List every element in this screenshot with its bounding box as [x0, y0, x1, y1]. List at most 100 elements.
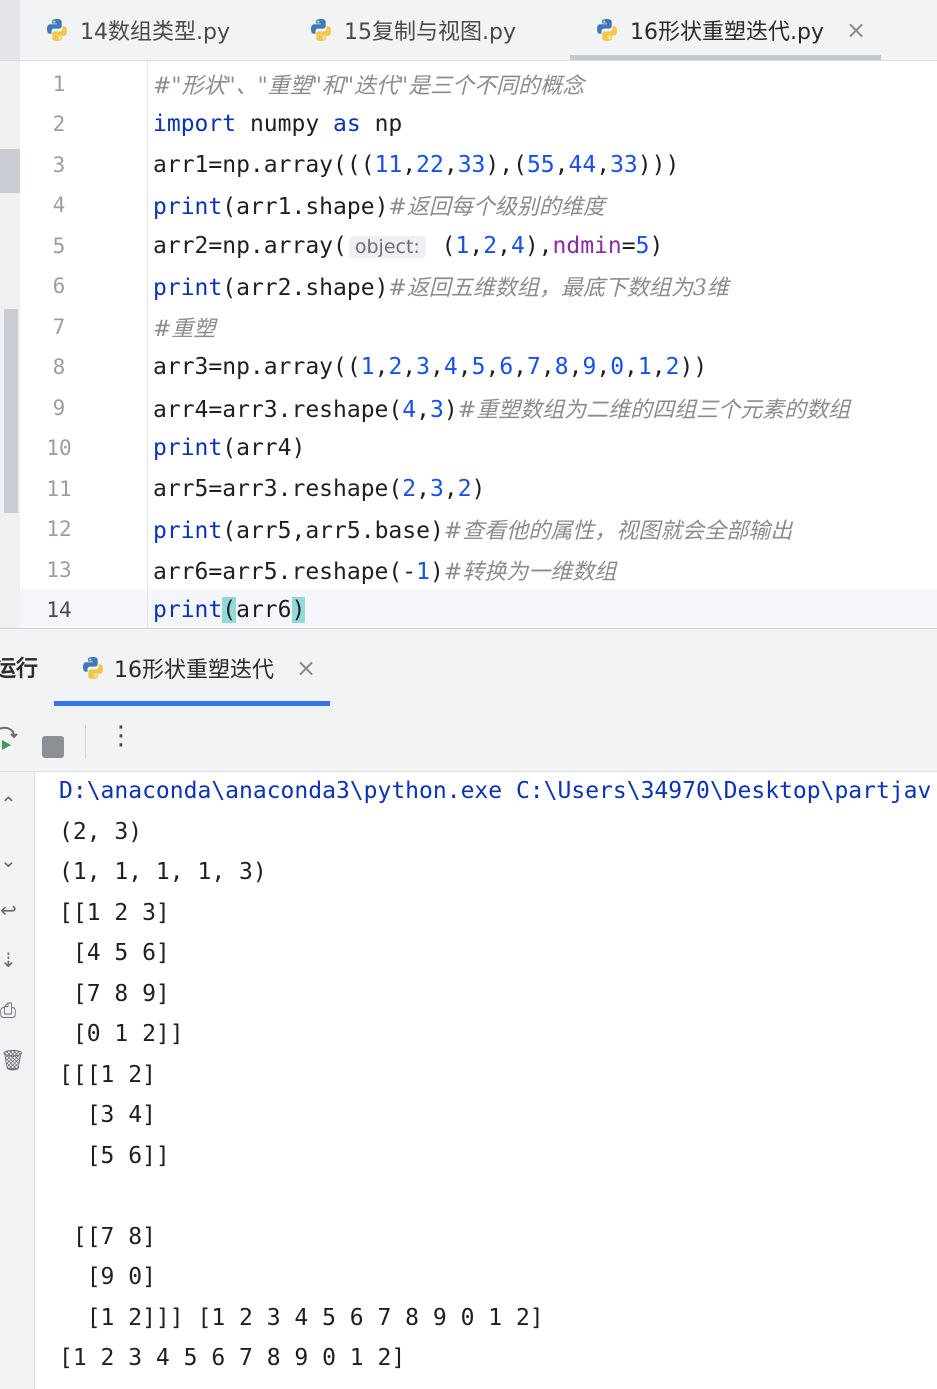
code-line[interactable]: 1 #"形状"、"重塑"和"迭代"是三个不同的概念 — [20, 64, 937, 104]
code-token: np — [360, 111, 403, 137]
clear-all-icon[interactable]: 🗑 — [0, 1048, 25, 1072]
code-token: , — [554, 152, 569, 178]
tab-label: 16形状重塑迭代.py — [630, 20, 824, 45]
console-line: [[[1 2] — [59, 1062, 156, 1088]
print-icon[interactable]: ⎙ — [0, 998, 16, 1022]
line-number: 5 — [52, 234, 66, 258]
code-line[interactable]: 10 print(arr4) — [20, 428, 937, 468]
code-token: , — [416, 397, 430, 423]
code-line[interactable]: 8 arr3=np.array((1,2,3,4,5,6,7,8,9,0,1,2… — [20, 347, 937, 387]
code-text: arr5=arr3.reshape(2,3,2) — [153, 476, 485, 502]
keyword: import — [153, 111, 237, 137]
console-output[interactable]: D:\anaconda\anaconda3\python.exe C:\User… — [35, 772, 937, 1389]
active-run-tab-indicator — [54, 701, 330, 706]
run-panel-title: 运行 — [0, 657, 39, 682]
code-token: arr3=np.array(( — [153, 354, 361, 380]
number-literal: 9 — [582, 354, 597, 380]
line-number: 12 — [46, 517, 72, 541]
builtin-function: print — [153, 275, 223, 301]
scroll-down-icon[interactable]: ⌄ — [0, 848, 17, 872]
number-literal: 1 — [416, 559, 430, 585]
scroll-up-icon[interactable]: ⌃ — [0, 792, 17, 816]
code-token: , — [416, 476, 430, 502]
code-token: arr4=arr3.reshape( — [153, 397, 403, 423]
code-line[interactable]: 4 print(arr1.shape)#返回每个级别的维度 — [20, 185, 937, 225]
number-literal: 4 — [443, 354, 458, 380]
number-literal: 5 — [635, 233, 650, 259]
code-line[interactable]: 11 arr5=arr3.reshape(2,3,2) — [20, 469, 937, 509]
code-token: = — [621, 233, 636, 259]
code-text: arr2=np.array(object: (1,2,4),ndmin=5) — [153, 233, 663, 259]
code-text: print(arr4) — [153, 435, 305, 461]
python-icon — [47, 19, 67, 41]
code-token: arr6=arr5.reshape(- — [153, 559, 417, 585]
number-literal: 4 — [510, 233, 525, 259]
code-token: (arr5,arr5.base) — [222, 518, 444, 544]
line-number: 6 — [52, 274, 66, 298]
number-literal: 5 — [471, 354, 486, 380]
code-token: , — [469, 233, 484, 259]
code-token: ) — [443, 397, 458, 423]
code-token: ),( — [485, 152, 527, 178]
code-line[interactable]: 6 print(arr2.shape)#返回五维数组，最底下数组为3维 — [20, 266, 937, 306]
rerun-icon[interactable] — [0, 725, 18, 751]
number-literal: 3 — [416, 354, 431, 380]
soft-wrap-icon[interactable]: ↩ — [0, 898, 17, 922]
code-token: ( — [427, 233, 456, 259]
code-token: (arr2.shape) — [222, 275, 389, 301]
number-literal: 2 — [483, 233, 498, 259]
code-line[interactable]: 12 print(arr5,arr5.base)#查看他的属性，视图就会全部输出 — [20, 509, 937, 549]
number-literal: 1 — [637, 354, 652, 380]
number-literal: 4 — [402, 397, 417, 423]
code-text: print(arr2.shape)#返回五维数组，最底下数组为3维 — [153, 270, 729, 302]
console-line: [5 6]] — [59, 1143, 170, 1169]
code-line[interactable]: 2 import numpy as np — [20, 104, 937, 144]
close-icon[interactable]: × — [296, 654, 316, 682]
run-tab-label: 16形状重塑迭代 — [114, 658, 274, 683]
code-line[interactable]: 9 arr4=arr3.reshape(4,3)#重塑数组为二维的四组三个元素的… — [20, 388, 937, 428]
keyword-argument: ndmin — [552, 233, 622, 259]
code-line[interactable]: 3 arr1=np.array(((11,22,33),(55,44,33))) — [20, 145, 937, 185]
code-editor[interactable]: 1 #"形状"、"重塑"和"迭代"是三个不同的概念 2 import numpy… — [0, 61, 937, 628]
code-token: ) — [429, 559, 444, 585]
number-literal: 55 — [526, 152, 555, 178]
run-config-tab[interactable]: 16形状重塑迭代 × — [80, 629, 316, 707]
number-literal: 8 — [554, 354, 569, 380]
number-literal: 2 — [402, 476, 417, 502]
line-number: 3 — [52, 153, 66, 177]
strip-marker — [4, 309, 18, 513]
code-token: (arr4) — [222, 435, 306, 461]
number-literal: 7 — [527, 354, 541, 380]
run-toolbar: ⋮ — [0, 707, 937, 772]
number-literal: 2 — [665, 354, 680, 380]
code-token: , — [443, 476, 458, 502]
code-token: arr6 — [236, 597, 292, 623]
code-text: import numpy as np — [153, 111, 402, 137]
line-number: 7 — [52, 315, 66, 339]
console-line: [[7 8] — [59, 1224, 156, 1250]
comment: #转换为一维数组 — [443, 560, 617, 585]
number-literal: 33 — [610, 152, 638, 178]
code-line-current[interactable]: 14 print(arr6) — [20, 590, 937, 630]
stop-icon[interactable] — [42, 736, 64, 758]
code-line[interactable]: 5 arr2=np.array(object: (1,2,4),ndmin=5) — [20, 226, 937, 266]
code-line[interactable]: 13 arr6=arr5.reshape(-1)#转换为一维数组 — [20, 550, 937, 590]
close-icon[interactable]: × — [846, 16, 866, 44]
code-token: ), — [524, 233, 553, 259]
console-line: [[1 2 3] — [59, 900, 170, 926]
code-text: print(arr5,arr5.base)#查看他的属性，视图就会全部输出 — [153, 513, 792, 545]
tab-14-array-types[interactable]: 14数组类型.py — [44, 0, 230, 60]
code-text: arr3=np.array((1,2,3,4,5,6,7,8,9,0,1,2)) — [153, 354, 708, 380]
tab-15-copy-and-view[interactable]: 15复制与视图.py — [308, 0, 516, 60]
tab-16-shape-reshape-iterate[interactable]: 16形状重塑迭代.py × — [594, 0, 866, 60]
python-icon — [311, 19, 331, 41]
code-token: arr2=np.array( — [153, 233, 347, 259]
strip-marker — [0, 149, 20, 193]
builtin-function: print — [153, 518, 223, 544]
code-token: )) — [679, 354, 708, 380]
more-options-icon[interactable]: ⋮ — [108, 723, 134, 749]
number-literal: 1 — [360, 354, 375, 380]
scroll-to-end-icon[interactable]: ⇣ — [0, 948, 17, 972]
console-line: [4 5 6] — [59, 940, 170, 966]
code-line[interactable]: 7 #重塑 — [20, 307, 937, 347]
